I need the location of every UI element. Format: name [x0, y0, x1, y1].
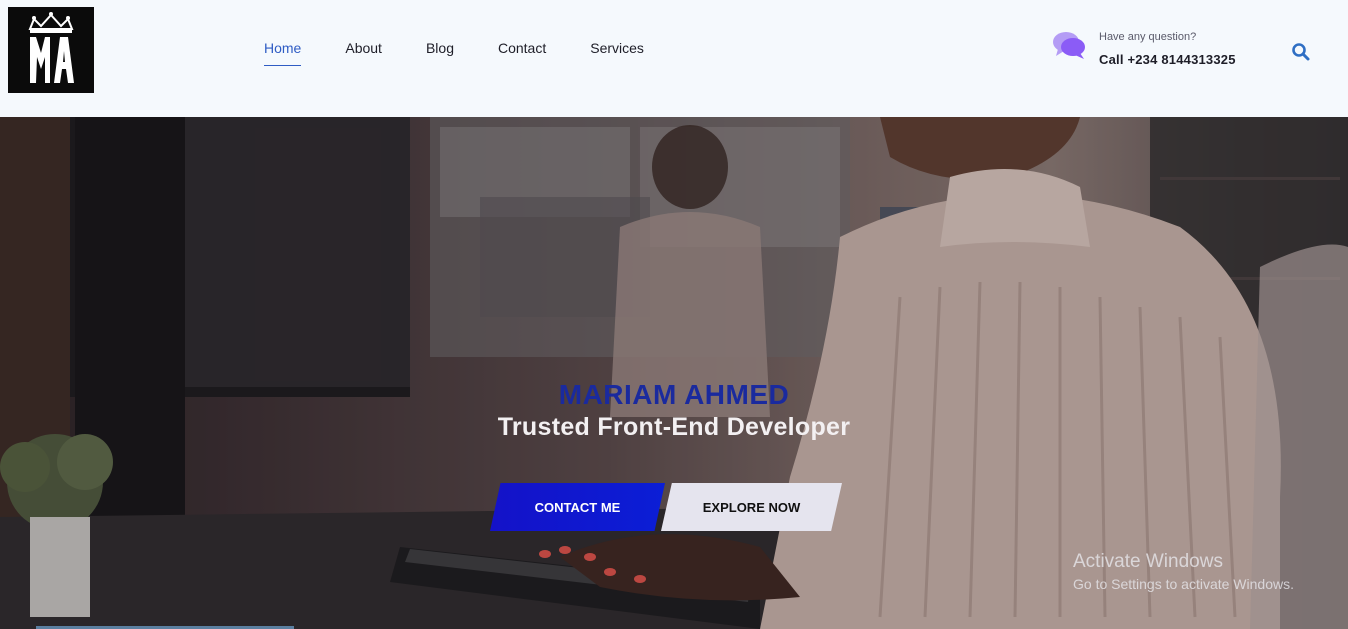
search-icon	[1292, 43, 1310, 61]
chat-bubbles-icon	[1053, 32, 1085, 59]
activate-windows-subtitle: Go to Settings to activate Windows.	[1073, 576, 1294, 592]
nav-contact[interactable]: Contact	[498, 40, 546, 64]
main-nav: Home About Blog Contact Services	[264, 40, 688, 66]
nav-services[interactable]: Services	[590, 40, 644, 64]
contact-info: Have any question? Call +234 8144313325	[1052, 30, 1252, 70]
nav-about[interactable]: About	[345, 40, 382, 64]
question-label: Have any question?	[1099, 31, 1197, 43]
hero-title: MARIAM AHMED	[558, 379, 790, 410]
hero-section: MARIAM AHMED Trusted Front-End Developer…	[0, 117, 1348, 629]
explore-now-button[interactable]: EXPLORE NOW	[661, 483, 842, 531]
crown-logo-icon	[28, 12, 74, 83]
nav-blog[interactable]: Blog	[426, 40, 454, 64]
hero-subtitle: Trusted Front-End Developer	[497, 413, 851, 441]
phone-number[interactable]: Call +234 8144313325	[1099, 52, 1236, 67]
nav-home[interactable]: Home	[264, 40, 302, 66]
activate-windows-title: Activate Windows	[1073, 551, 1223, 572]
site-header: Home About Blog Contact Services Have an…	[0, 0, 1348, 117]
contact-me-button[interactable]: CONTACT ME	[490, 483, 665, 531]
search-button[interactable]	[1291, 42, 1311, 62]
site-logo[interactable]	[8, 7, 94, 93]
